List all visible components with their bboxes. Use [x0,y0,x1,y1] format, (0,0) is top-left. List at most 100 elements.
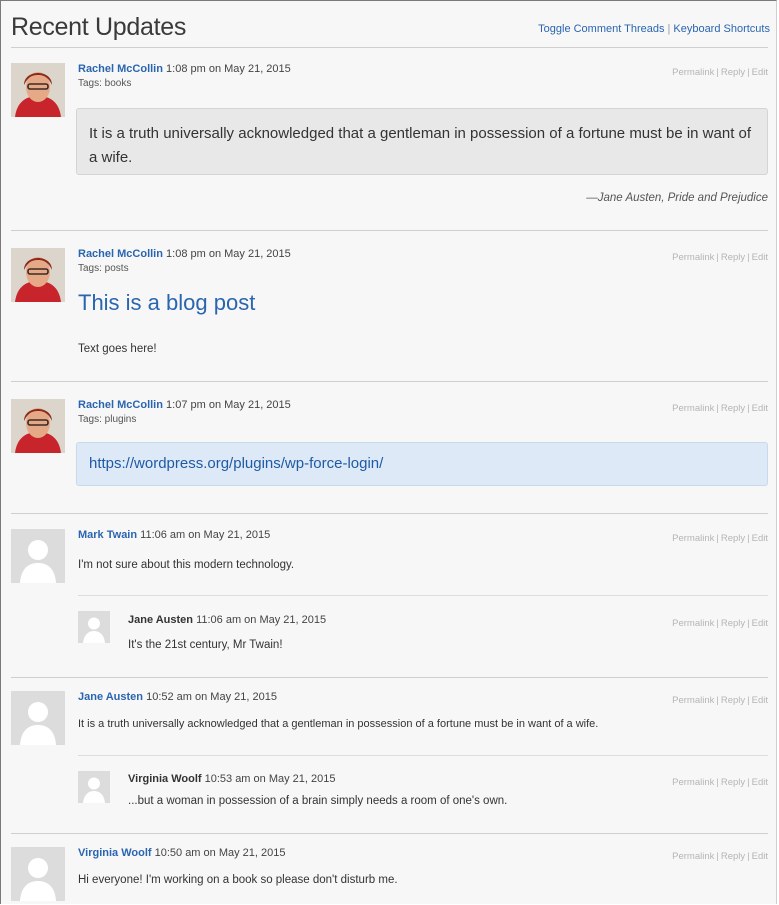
post-standard: Rachel McCollin 1:08 pm on May 21, 2015 … [11,248,768,368]
keyboard-shortcuts-link[interactable]: Keyboard Shortcuts [673,23,770,35]
avatar[interactable] [11,248,65,302]
post-meta: Rachel McCollin 1:07 pm on May 21, 2015 [78,399,291,411]
post-actions: Permalink | Reply | Edit [672,403,768,414]
timestamp-link[interactable]: 10:53 am on May 21, 2015 [205,773,336,785]
post-quote: Rachel McCollin 1:08 pm on May 21, 2015 … [11,63,768,223]
separator: | [716,618,719,629]
timestamp-link[interactable]: 10:52 am on May 21, 2015 [146,691,277,703]
post-text: I'm not sure about this modern technolog… [78,559,295,571]
timestamp-link[interactable]: 1:08 pm on May 21, 2015 [166,248,291,260]
author-link[interactable]: Rachel McCollin [78,63,163,75]
post-tags[interactable]: Tags: plugins [78,414,136,425]
separator: | [716,403,719,414]
post-tags[interactable]: Tags: books [78,78,131,89]
updates-panel: Recent Updates Toggle Comment Threads | Ke… [0,0,777,904]
permalink-link[interactable]: Permalink [672,403,714,414]
author-link[interactable]: Virginia Woolf [78,847,152,859]
timestamp-link[interactable]: 1:08 pm on May 21, 2015 [166,63,291,75]
separator: | [716,67,719,78]
edit-link[interactable]: Edit [752,67,768,78]
reply-link[interactable]: Reply [721,618,745,629]
author-link[interactable]: Rachel McCollin [78,248,163,260]
reply-link[interactable]: Reply [721,403,745,414]
edit-link[interactable]: Edit [752,403,768,414]
separator: | [747,618,750,629]
reply-avatar[interactable] [78,611,110,643]
permalink-link[interactable]: Permalink [672,618,714,629]
avatar[interactable] [11,399,65,453]
divider [11,513,768,514]
post-status: Jane Austen 10:52 am on May 21, 2015 Per… [11,691,768,821]
external-link[interactable]: https://wordpress.org/plugins/wp-force-l… [89,455,383,472]
divider [11,47,768,48]
post-actions: Permalink | Reply | Edit [672,252,768,263]
separator: | [716,695,719,706]
separator: | [747,695,750,706]
author-link[interactable]: Mark Twain [78,529,137,541]
post-text: Hi everyone! I'm working on a book so pl… [78,874,398,886]
reply-avatar[interactable] [78,771,110,803]
avatar[interactable] [11,63,65,117]
quote-text: It is a truth universally acknowledged t… [89,125,752,166]
permalink-link[interactable]: Permalink [672,851,714,862]
reply-link[interactable]: Reply [721,252,745,263]
author-link[interactable]: Rachel McCollin [78,399,163,411]
timestamp-link[interactable]: 10:50 am on May 21, 2015 [155,847,286,859]
avatar[interactable] [11,529,65,583]
separator: | [716,252,719,263]
post-status: Virginia Woolf 10:50 am on May 21, 2015 … [11,847,768,905]
edit-link[interactable]: Edit [752,777,768,788]
post-title-link[interactable]: This is a blog post [78,290,255,316]
default-avatar-icon [11,691,65,745]
edit-link[interactable]: Edit [752,618,768,629]
separator: | [667,23,671,35]
divider [11,677,768,678]
post-actions: Permalink | Reply | Edit [672,851,768,862]
separator: | [747,777,750,788]
timestamp-link[interactable]: 11:06 am on May 21, 2015 [140,529,270,541]
permalink-link[interactable]: Permalink [672,533,714,544]
author-link[interactable]: Jane Austen [128,614,193,626]
toggle-comment-threads-link[interactable]: Toggle Comment Threads [538,23,664,35]
post-status: Mark Twain 11:06 am on May 21, 2015 Perm… [11,529,768,669]
avatar[interactable] [11,847,65,901]
author-link[interactable]: Jane Austen [78,691,143,703]
divider [78,755,768,756]
header: Recent Updates Toggle Comment Threads | Ke… [11,13,770,45]
post-meta: Jane Austen 10:52 am on May 21, 2015 [78,691,277,703]
reply-link[interactable]: Reply [721,777,745,788]
permalink-link[interactable]: Permalink [672,252,714,263]
post-text: It is a truth universally acknowledged t… [78,718,599,730]
author-link[interactable]: Virginia Woolf [128,773,202,785]
default-avatar-icon [11,529,65,583]
timestamp-link[interactable]: 1:07 pm on May 21, 2015 [166,399,291,411]
reply-link[interactable]: Reply [721,67,745,78]
permalink-link[interactable]: Permalink [672,777,714,788]
edit-link[interactable]: Edit [752,533,768,544]
post-actions: Permalink | Reply | Edit [672,695,768,706]
post-meta: Virginia Woolf 10:50 am on May 21, 2015 [78,847,285,859]
default-avatar-icon [78,771,110,803]
edit-link[interactable]: Edit [752,851,768,862]
edit-link[interactable]: Edit [752,252,768,263]
reply-link[interactable]: Reply [721,533,745,544]
post-meta: Rachel McCollin 1:08 pm on May 21, 2015 [78,63,291,75]
post-tags[interactable]: Tags: posts [78,263,129,274]
permalink-link[interactable]: Permalink [672,695,714,706]
separator: | [747,67,750,78]
user-photo-icon [11,399,65,453]
avatar[interactable] [11,691,65,745]
header-links: Toggle Comment Threads | Keyboard Shortcut… [538,23,770,35]
timestamp-link[interactable]: 11:06 am on May 21, 2015 [196,614,326,626]
separator: | [747,252,750,263]
post-link: Rachel McCollin 1:07 pm on May 21, 2015 … [11,399,768,499]
reply-link[interactable]: Reply [721,695,745,706]
post-meta: Mark Twain 11:06 am on May 21, 2015 [78,529,270,541]
separator: | [716,851,719,862]
user-photo-icon [11,63,65,117]
edit-link[interactable]: Edit [752,695,768,706]
post-meta: Rachel McCollin 1:08 pm on May 21, 2015 [78,248,291,260]
permalink-link[interactable]: Permalink [672,67,714,78]
separator: | [747,403,750,414]
reply-link[interactable]: Reply [721,851,745,862]
